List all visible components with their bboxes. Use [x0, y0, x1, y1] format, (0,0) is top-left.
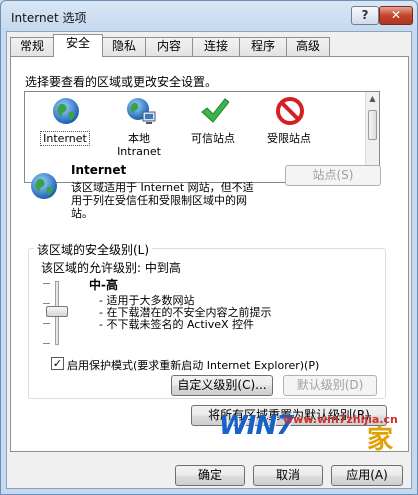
- zone-local-intranet[interactable]: 本地 Intranet: [101, 92, 177, 162]
- restricted-icon: [276, 97, 304, 125]
- zone-label: 受限站点: [267, 132, 311, 145]
- tab-privacy[interactable]: 隐私: [102, 37, 146, 56]
- tab-content[interactable]: 内容: [145, 37, 193, 56]
- zone-restricted-sites[interactable]: 受限站点: [251, 92, 327, 162]
- apply-button[interactable]: 应用(A): [331, 465, 403, 486]
- close-button[interactable]: ✕: [379, 6, 413, 25]
- help-button[interactable]: ?: [351, 6, 379, 25]
- tab-security[interactable]: 安全: [53, 34, 103, 57]
- intranet-globe-icon: [127, 98, 156, 124]
- security-level-name: 中-高: [89, 278, 118, 292]
- level-bullet: - 不下载未签名的 ActiveX 控件: [99, 318, 255, 331]
- security-level-group-title: 该区域的安全级别(L): [34, 241, 153, 258]
- zones-caption: 选择要查看的区域或更改安全设置。: [25, 75, 218, 89]
- zone-trusted-sites[interactable]: 可信站点: [175, 92, 251, 162]
- zone-info-globe-icon: [31, 173, 57, 199]
- slider-thumb[interactable]: [46, 306, 68, 317]
- watermark-suffix: 家: [367, 425, 394, 455]
- zone-internet[interactable]: Internet: [27, 92, 103, 162]
- tab-advanced[interactable]: 高级: [286, 37, 330, 56]
- zone-label: 本地 Intranet: [117, 132, 161, 158]
- zone-label: Internet: [27, 131, 103, 146]
- custom-level-button[interactable]: 自定义级别(C)...: [171, 375, 273, 396]
- scroll-thumb[interactable]: [368, 110, 377, 140]
- protected-mode-label: 启用保护模式(要求重新启动 Internet Explorer)(P): [67, 359, 320, 372]
- sites-button[interactable]: 站点(S): [285, 165, 381, 186]
- zone-label: 可信站点: [191, 132, 235, 145]
- default-level-button[interactable]: 默认级别(D): [283, 375, 377, 396]
- protected-mode-checkbox[interactable]: ✓: [51, 357, 64, 370]
- internet-options-window: Internet 选项 ? ✕ 常规 安全 隐私 内容 连接 程序 高级 选择要…: [0, 0, 418, 495]
- zone-info-title: Internet: [71, 163, 127, 177]
- window-title: Internet 选项: [11, 11, 87, 25]
- tab-programs[interactable]: 程序: [239, 37, 287, 56]
- tab-connections[interactable]: 连接: [192, 37, 240, 56]
- slider-tick: [43, 303, 50, 304]
- globe-icon: [53, 98, 79, 124]
- title-bar[interactable]: Internet 选项 ? ✕: [1, 1, 417, 31]
- checkmark-icon: [201, 98, 229, 123]
- slider-tick: [43, 323, 50, 324]
- tab-general[interactable]: 常规: [10, 37, 54, 56]
- slider-tick: [43, 343, 50, 344]
- allowed-levels-text: 该区域的允许级别: 中到高: [41, 261, 181, 275]
- cancel-button[interactable]: 取消: [253, 465, 323, 486]
- scroll-up-arrow-icon[interactable]: ▲: [366, 92, 379, 105]
- slider-tick: [43, 283, 50, 284]
- ok-button[interactable]: 确定: [175, 465, 245, 486]
- zone-info-description: 该区域适用于 Internet 网站，但不适用于列在受信任和受限制区域中的网站。: [71, 181, 254, 220]
